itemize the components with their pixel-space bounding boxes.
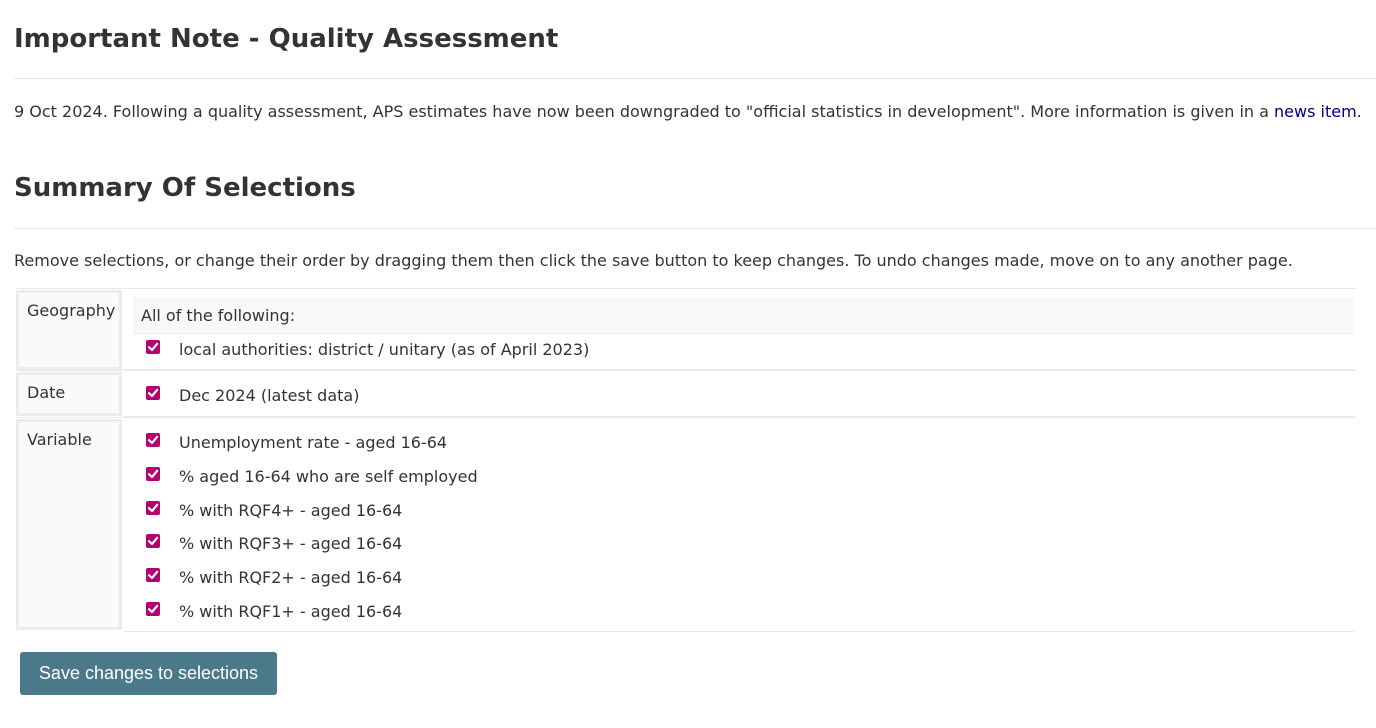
selection-row-date: Date Dec 2024 (latest data) (16, 370, 1356, 417)
group-header-text: All of the following: (141, 306, 296, 325)
row-label-text: Variable (27, 430, 92, 449)
row-label-variable: Variable (16, 419, 122, 630)
selection-item-label: Unemployment rate - aged 16-64 (179, 433, 448, 452)
check-icon (147, 435, 159, 445)
checkbox-checked[interactable] (146, 602, 160, 616)
selection-item-label: % aged 16-64 who are self employed (179, 467, 478, 486)
group-header: All of the following: (133, 297, 1354, 334)
row-content-variable: Unemployment rate - aged 16-64 % aged 16… (124, 418, 1354, 632)
note-title: Important Note - Quality Assessment (14, 24, 559, 54)
row-label-text: Geography (27, 301, 116, 320)
row-label-text: Date (27, 383, 66, 402)
selection-item-label: % with RQF3+ - aged 16-64 (179, 534, 403, 553)
checkbox-checked[interactable] (146, 534, 160, 548)
selection-item-label: local authorities: district / unitary (a… (179, 340, 590, 359)
checkbox-checked[interactable] (146, 467, 160, 481)
summary-title: Summary Of Selections (14, 173, 356, 203)
note-text-end: . (1356, 102, 1362, 121)
check-icon (147, 503, 159, 513)
selection-row-geography: Geography All of the following: local au… (16, 288, 1356, 370)
check-icon (147, 388, 159, 398)
check-icon (147, 536, 159, 546)
quality-note: 9 Oct 2024. Following a quality assessme… (14, 102, 1372, 121)
selection-item-label: Dec 2024 (latest data) (179, 386, 360, 405)
checkbox-checked[interactable] (146, 568, 160, 582)
divider (14, 228, 1376, 229)
check-icon (147, 342, 159, 352)
check-icon (147, 469, 159, 479)
selection-item-label: % with RQF4+ - aged 16-64 (179, 501, 403, 520)
news-item-link[interactable]: news item (1274, 102, 1357, 121)
row-content-geography: All of the following: local authorities:… (124, 289, 1354, 370)
selection-item-label: % with RQF2+ - aged 16-64 (179, 568, 403, 587)
row-label-date: Date (16, 372, 122, 416)
save-changes-button[interactable]: Save changes to selections (20, 652, 277, 695)
check-icon (147, 604, 159, 614)
divider (14, 78, 1376, 79)
checkbox-checked[interactable] (146, 340, 160, 354)
check-icon (147, 570, 159, 580)
checkbox-checked[interactable] (146, 433, 160, 447)
instructions-text: Remove selections, or change their order… (14, 251, 1293, 270)
note-text: 9 Oct 2024. Following a quality assessme… (14, 102, 1275, 121)
row-content-date: Dec 2024 (latest data) (124, 371, 1354, 417)
checkbox-checked[interactable] (146, 386, 160, 400)
checkbox-checked[interactable] (146, 501, 160, 515)
row-label-geography: Geography (16, 290, 122, 370)
selection-row-variable: Variable Unemployment rate - aged 16-64 … (16, 417, 1356, 632)
selection-item-label: % with RQF1+ - aged 16-64 (179, 602, 403, 621)
